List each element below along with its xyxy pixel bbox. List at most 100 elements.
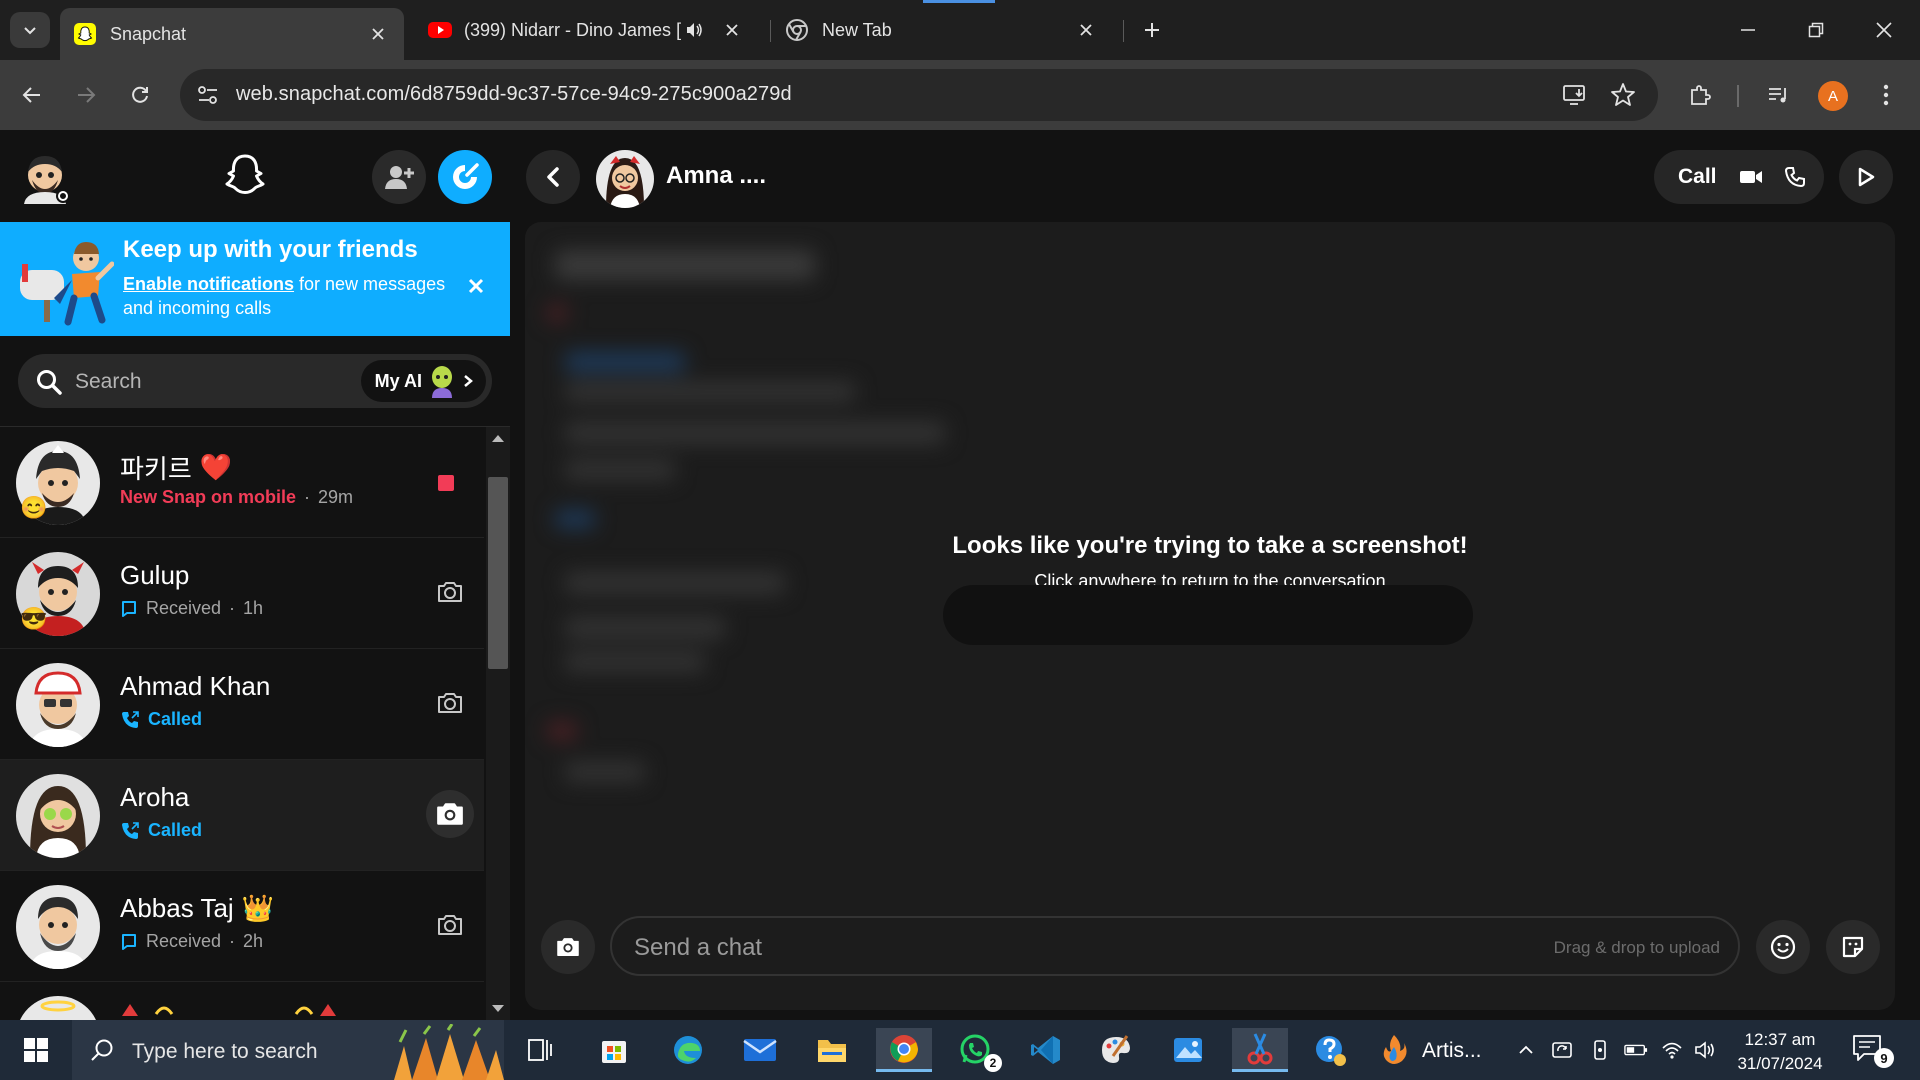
camera-icon: [557, 938, 579, 956]
battery-icon[interactable]: [1624, 1038, 1648, 1062]
microsoft-store-app[interactable]: [586, 1028, 642, 1072]
play-story-button[interactable]: [1839, 150, 1893, 204]
chat-name: Ahmad Khan: [120, 671, 270, 702]
media-controls-button[interactable]: [1758, 75, 1798, 115]
chevron-left-icon: [547, 167, 559, 187]
reload-button[interactable]: [120, 75, 160, 115]
chrome-favicon-icon: [786, 19, 808, 41]
volume-icon[interactable]: [1694, 1038, 1718, 1062]
profile-avatar[interactable]: A: [1818, 81, 1848, 111]
extensions-button[interactable]: [1680, 75, 1720, 115]
show-hidden-icons-chevron-icon[interactable]: [1514, 1038, 1538, 1062]
friend-bitmoji-avatar: [16, 774, 100, 858]
tab-snapchat[interactable]: Snapchat: [60, 8, 404, 60]
mail-icon: [743, 1039, 777, 1061]
close-icon[interactable]: [366, 22, 390, 46]
address-bar[interactable]: web.snapchat.com/6d8759dd-9c37-57ce-94c9…: [180, 69, 1658, 121]
add-friends-button[interactable]: [372, 150, 426, 204]
my-profile-avatar[interactable]: [18, 150, 72, 204]
new-snap-indicator[interactable]: [438, 475, 454, 491]
taskbar-search-box[interactable]: Type here to search: [72, 1020, 504, 1080]
vscode-app[interactable]: [1018, 1028, 1074, 1072]
task-view-icon: [528, 1039, 552, 1061]
call-label[interactable]: Call: [1678, 165, 1717, 189]
arrow-right-icon: [78, 87, 96, 103]
back-button[interactable]: [12, 75, 52, 115]
photos-app[interactable]: [1160, 1028, 1216, 1072]
scroll-down-arrow-icon[interactable]: [492, 1005, 504, 1012]
new-chat-button[interactable]: [438, 150, 492, 204]
contact-bitmoji-avatar[interactable]: [596, 150, 654, 208]
get-help-app[interactable]: [1302, 1028, 1358, 1072]
close-window-button[interactable]: [1864, 12, 1904, 48]
edge-app[interactable]: [660, 1028, 716, 1072]
tab-title: (399) Nidarr - Dino James [: [464, 19, 682, 40]
sticker-button[interactable]: [1826, 920, 1880, 974]
device-icon[interactable]: [1588, 1038, 1612, 1062]
start-button[interactable]: [10, 1030, 62, 1070]
whatsapp-app[interactable]: 2: [948, 1028, 1004, 1072]
voice-call-icon[interactable]: [1784, 167, 1805, 187]
action-center-button[interactable]: 9: [1852, 1034, 1894, 1068]
search-icon: [90, 1038, 114, 1062]
my-ai-button[interactable]: My AI: [360, 360, 486, 402]
tab-new-tab[interactable]: New Tab: [772, 8, 1112, 52]
site-settings-icon[interactable]: [196, 84, 220, 106]
minimize-button[interactable]: [1728, 12, 1768, 48]
browser-menu-button[interactable]: [1866, 75, 1906, 115]
close-icon[interactable]: [720, 18, 744, 42]
file-explorer-app[interactable]: [804, 1028, 860, 1072]
chat-search-box[interactable]: Search My AI: [18, 354, 492, 408]
tab-youtube[interactable]: (399) Nidarr - Dino James [: [414, 8, 758, 52]
new-tab-button[interactable]: [1132, 12, 1172, 48]
restore-button[interactable]: [1796, 12, 1836, 48]
chat-list-item[interactable]: 😊 파키르 ❤️ New Snap on mobile · 29m: [0, 427, 484, 538]
status-text: Called: [148, 820, 203, 840]
speaker-icon[interactable]: [682, 18, 706, 42]
contact-name[interactable]: Amna ....: [666, 162, 766, 190]
chat-list-item[interactable]: [0, 982, 484, 1020]
dismiss-banner-button[interactable]: [462, 272, 490, 300]
tab-search-button[interactable]: [10, 12, 50, 48]
chat-list-item[interactable]: 😎 Gulup Received · 1h: [0, 538, 484, 649]
scroll-up-arrow-icon[interactable]: [492, 435, 504, 442]
chat-list-item[interactable]: Abbas Taj 👑 Received · 2h: [0, 871, 484, 982]
chat-list-item[interactable]: Ahmad Khan Called: [0, 649, 484, 760]
camera-reply-button[interactable]: [426, 790, 474, 838]
task-view-button[interactable]: [512, 1028, 568, 1072]
snipping-tool-app[interactable]: [1232, 1028, 1288, 1072]
chrome-app[interactable]: [876, 1028, 932, 1072]
chat-list-scrollbar[interactable]: [486, 427, 510, 1020]
crown-emoji: 👑: [241, 893, 275, 923]
bookmark-star-icon[interactable]: [1610, 82, 1636, 108]
enable-notifications-link[interactable]: Enable notifications: [123, 274, 294, 294]
wifi-icon[interactable]: [1660, 1038, 1684, 1062]
conversation-panel[interactable]: Looks like you're trying to take a scree…: [525, 222, 1895, 1010]
camera-reply-button[interactable]: [426, 568, 474, 616]
snapchat-ghost-logo-icon[interactable]: [218, 150, 272, 204]
paint-app[interactable]: [1088, 1028, 1144, 1072]
artis-app-label[interactable]: Artis...: [1422, 1039, 1482, 1063]
system-clock[interactable]: 12:37 am 31/07/2024: [1720, 1028, 1840, 1076]
camera-reply-button[interactable]: [426, 679, 474, 727]
mail-app[interactable]: [732, 1028, 788, 1072]
camera-button[interactable]: [541, 920, 595, 974]
forward-button[interactable]: [66, 75, 106, 115]
install-app-icon[interactable]: [1562, 83, 1588, 107]
close-icon[interactable]: [1074, 18, 1098, 42]
palette-icon: [1102, 1035, 1130, 1063]
onedrive-sync-icon[interactable]: [1550, 1038, 1574, 1062]
chat-status: Called: [120, 709, 202, 730]
send-chat-input[interactable]: Send a chat Drag & drop to upload: [610, 916, 1740, 976]
video-call-icon[interactable]: [1739, 169, 1763, 185]
screenshot-warning-title: Looks like you're trying to take a scree…: [952, 532, 1468, 559]
chat-list-item[interactable]: Aroha Called: [0, 760, 484, 871]
emoji-button[interactable]: [1756, 920, 1810, 974]
scroll-thumb[interactable]: [488, 477, 508, 669]
artis-app[interactable]: [1366, 1028, 1422, 1072]
back-to-chats-button[interactable]: [526, 150, 580, 204]
url-text[interactable]: web.snapchat.com/6d8759dd-9c37-57ce-94c9…: [236, 83, 792, 106]
camera-reply-button[interactable]: [426, 901, 474, 949]
chat-name-text: Ahmad Khan: [120, 671, 271, 701]
play-icon: [1858, 167, 1875, 187]
